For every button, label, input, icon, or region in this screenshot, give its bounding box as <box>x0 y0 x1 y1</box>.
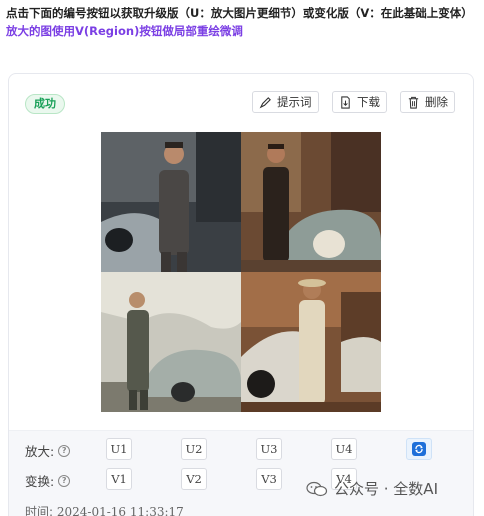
time-label: 时间: <box>25 505 54 516</box>
download-icon <box>341 95 350 109</box>
variation-label: 变换: <box>25 474 55 489</box>
image-grid <box>101 132 381 412</box>
timestamp: 时间: 2024-01-16 11:33:17 <box>25 503 184 516</box>
brush-icon <box>259 96 271 108</box>
variation-button-3[interactable]: V3 <box>256 468 282 490</box>
result-card: 成功 提示词 下载 删除 放大: ? U1 U2 U3 U4 变换: ? V1 … <box>8 73 474 516</box>
watermark: 公众号 · 全数AI <box>306 478 438 499</box>
region-hint-link[interactable]: 放大的图使用V(Region)按钮做局部重绘微调 <box>6 24 243 38</box>
time-value: 2024-01-16 11:33:17 <box>56 505 184 516</box>
upscale-button-2[interactable]: U2 <box>181 438 207 460</box>
upscale-button-3[interactable]: U3 <box>256 438 282 460</box>
reroll-button[interactable] <box>406 438 432 460</box>
trash-icon <box>408 96 419 109</box>
upscale-button-4[interactable]: U4 <box>331 438 357 460</box>
generated-image-4[interactable] <box>241 272 381 412</box>
delete-button[interactable]: 删除 <box>400 91 455 113</box>
generated-image-2[interactable] <box>241 132 381 272</box>
generated-image-3[interactable] <box>101 272 241 412</box>
refresh-icon <box>412 442 426 456</box>
generated-image-1[interactable] <box>101 132 241 272</box>
variation-row-label: 变换: ? <box>25 471 71 490</box>
upscale-button-1[interactable]: U1 <box>106 438 132 460</box>
variation-button-1[interactable]: V1 <box>106 468 132 490</box>
help-icon[interactable]: ? <box>58 444 71 457</box>
instructions-text: 点击下面的编号按钮以获取升级版（U：放大图片更细节）或变化版（V：在此基础上变体… <box>6 6 473 20</box>
help-icon[interactable]: ? <box>58 474 71 487</box>
wechat-icon <box>306 481 328 496</box>
instructions: 点击下面的编号按钮以获取升级版（U：放大图片更细节）或变化版（V：在此基础上变体… <box>6 4 480 40</box>
upscale-label: 放大: <box>25 444 55 459</box>
status-badge: 成功 <box>25 94 65 114</box>
variation-button-2[interactable]: V2 <box>181 468 207 490</box>
download-button[interactable]: 下载 <box>332 91 387 113</box>
prompt-button[interactable]: 提示词 <box>252 91 319 113</box>
upscale-row-label: 放大: ? <box>25 441 71 460</box>
delete-button-label: 删除 <box>425 95 448 109</box>
watermark-text: 公众号 · 全数AI <box>334 480 438 498</box>
download-button-label: 下载 <box>357 95 380 109</box>
action-panel: 放大: ? U1 U2 U3 U4 变换: ? V1 V2 V3 V4 时间: … <box>9 430 473 516</box>
prompt-button-label: 提示词 <box>277 95 312 109</box>
